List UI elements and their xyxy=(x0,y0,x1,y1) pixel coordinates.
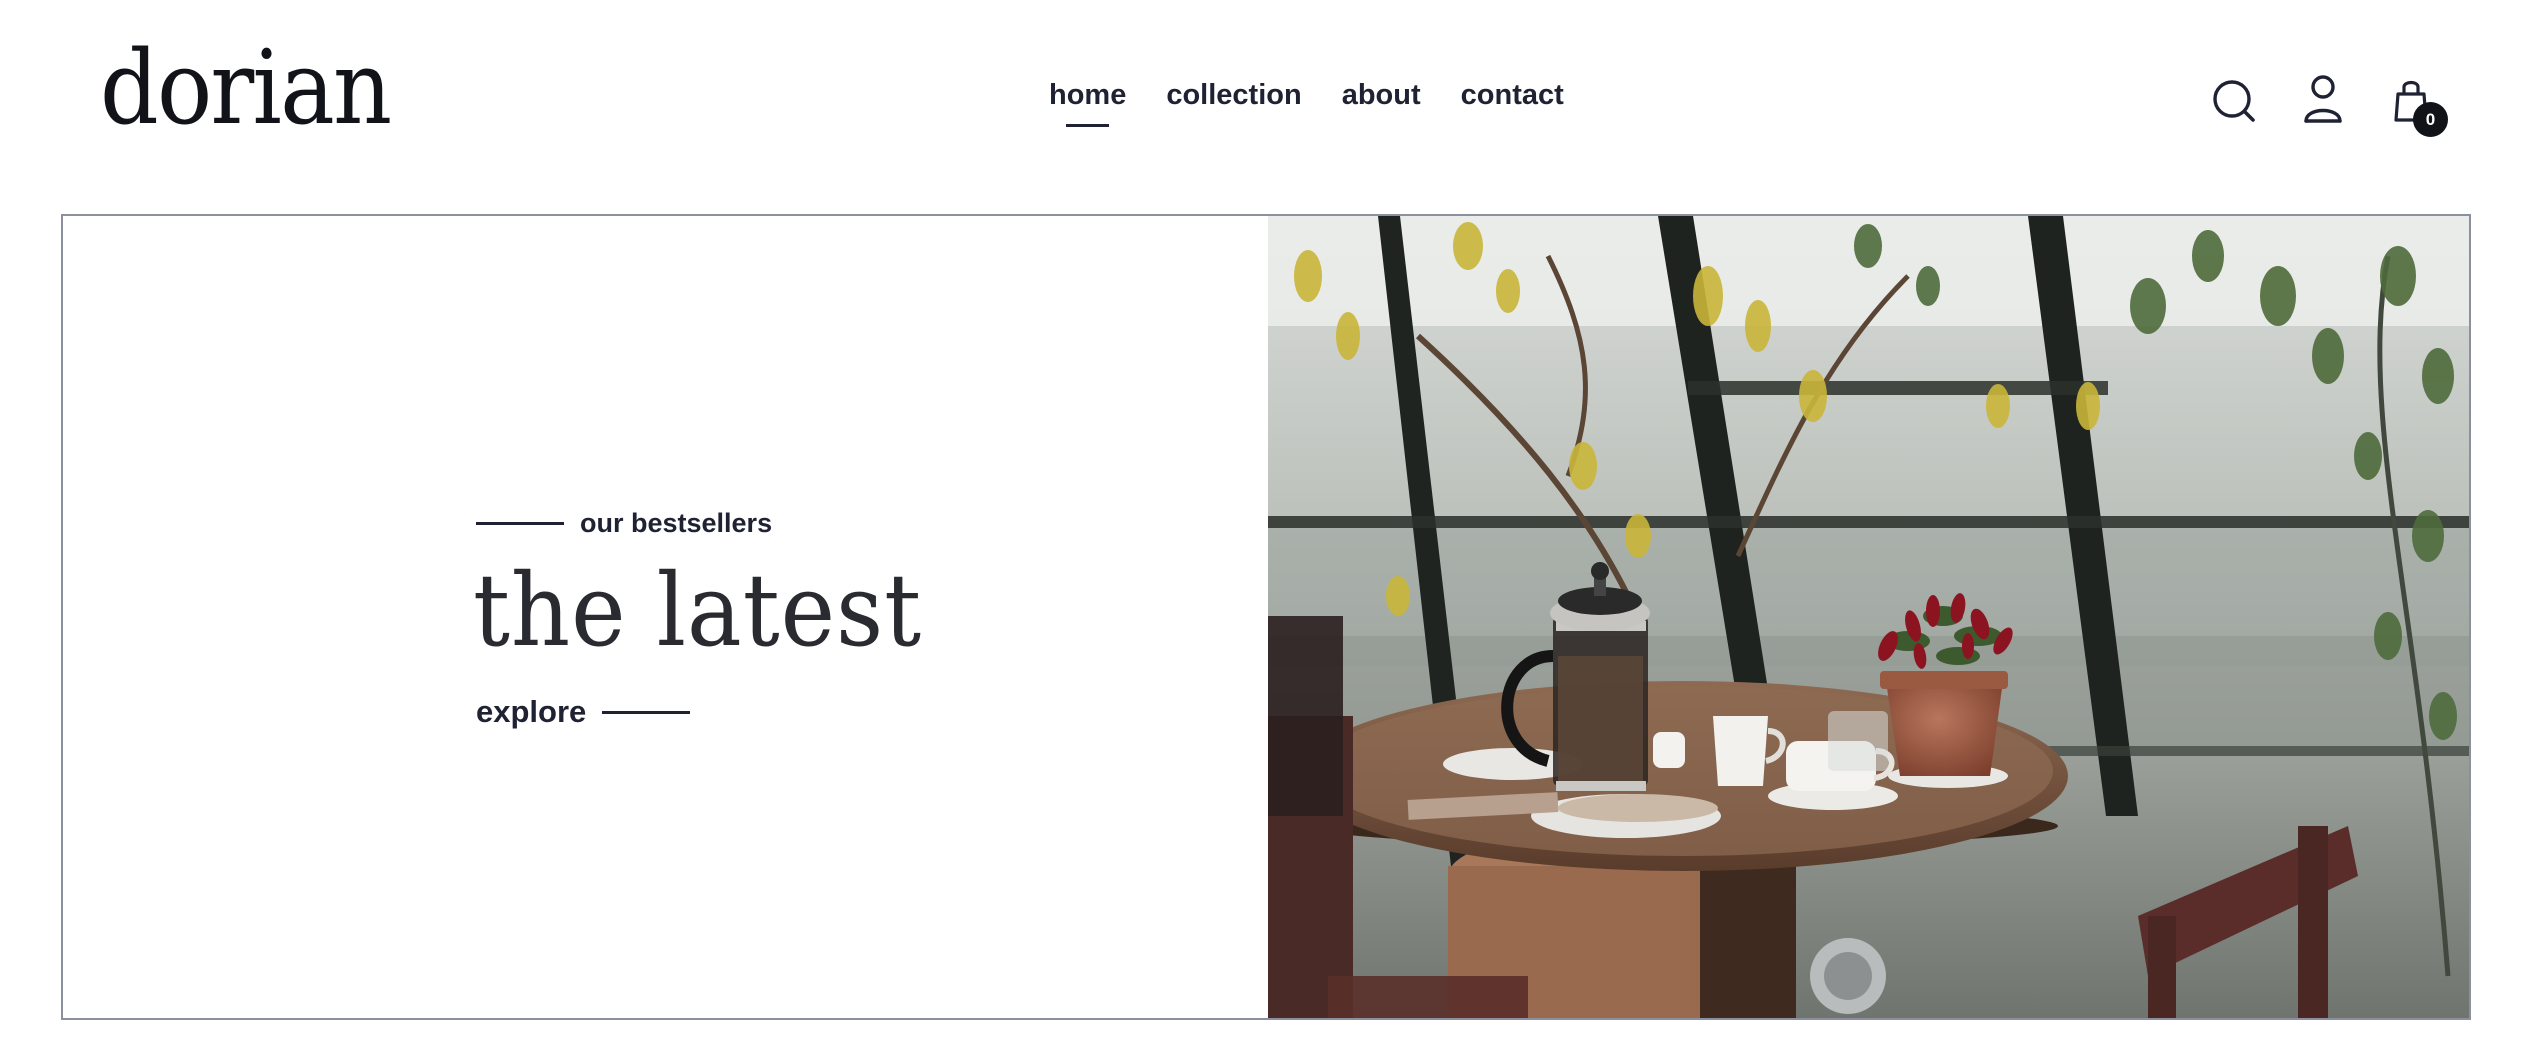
main-nav: home collection about contact xyxy=(1049,78,1564,127)
nav-link-contact[interactable]: contact xyxy=(1461,78,1564,113)
hero-title: the latest xyxy=(473,552,922,669)
account-button[interactable] xyxy=(2296,72,2352,128)
site-header: dorian home collection about contact 0 xyxy=(0,0,2522,210)
explore-label: explore xyxy=(476,694,587,729)
nav-link-collection[interactable]: collection xyxy=(1166,78,1301,113)
user-icon xyxy=(2304,75,2342,123)
hero-text-panel: our bestsellers the latest explore xyxy=(63,216,1268,1018)
hero-banner: our bestsellers the latest explore xyxy=(61,214,2471,1020)
explore-link[interactable]: explore xyxy=(476,694,691,730)
hero-image xyxy=(1268,216,2469,1018)
explore-divider xyxy=(602,710,691,714)
cafe-photo xyxy=(1268,216,2469,1018)
search-icon xyxy=(2213,80,2255,122)
cart-button[interactable]: 0 xyxy=(2385,72,2448,137)
brand-logo[interactable]: dorian xyxy=(100,38,392,140)
search-button[interactable] xyxy=(2207,72,2263,128)
eyebrow-label: our bestsellers xyxy=(580,508,773,538)
hero-eyebrow: our bestsellers xyxy=(476,508,772,539)
cart-count-badge: 0 xyxy=(2413,102,2448,137)
nav-link-about[interactable]: about xyxy=(1342,78,1421,113)
eyebrow-divider xyxy=(476,522,564,525)
nav-link-home[interactable]: home xyxy=(1049,78,1126,127)
